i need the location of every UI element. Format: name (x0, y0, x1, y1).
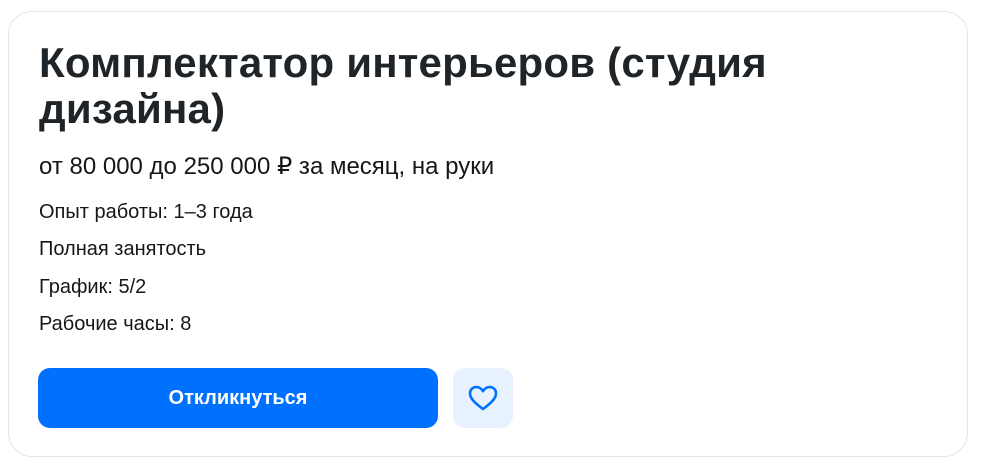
heart-icon (468, 385, 498, 411)
favorite-button[interactable] (453, 368, 513, 428)
working-hours-text: Рабочие часы: 8 (39, 313, 192, 335)
employment-type-text: Полная занятость (39, 238, 207, 260)
vacancy-card: Комплектатор интерьеров (студия дизайна)… (8, 11, 968, 457)
respond-button[interactable]: Откликнуться (38, 368, 438, 428)
schedule-text: График: 5/2 (39, 276, 147, 298)
vacancy-title[interactable]: Комплектатор интерьеров (студия дизайна) (39, 40, 859, 132)
salary-text: от 80 000 до 250 000 ₽ за месяц, на руки (39, 153, 495, 180)
experience-text: Опыт работы: 1–3 года (39, 201, 253, 223)
